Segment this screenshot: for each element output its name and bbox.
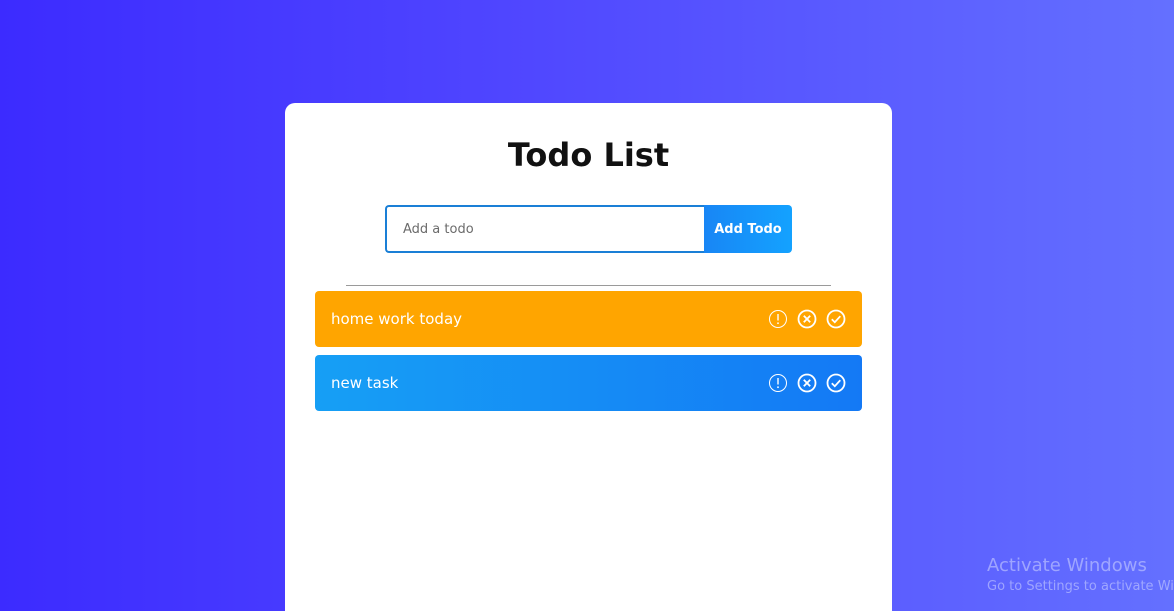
page-title: Todo List — [507, 136, 670, 174]
divider — [346, 285, 831, 286]
windows-activation-watermark: Activate Windows Go to Settings to activ… — [987, 554, 1174, 596]
todo-card: Todo List Add Todo home work today — [285, 103, 892, 611]
complete-icon[interactable] — [826, 309, 846, 329]
important-icon[interactable] — [768, 373, 788, 393]
todo-text: new task — [331, 374, 399, 392]
complete-icon[interactable] — [826, 373, 846, 393]
watermark-title: Activate Windows — [987, 555, 1147, 576]
important-icon[interactable] — [768, 309, 788, 329]
todo-actions — [768, 373, 846, 393]
watermark-subtitle: Go to Settings to activate Windows. — [987, 579, 1174, 594]
todo-item: home work today — [315, 291, 862, 347]
delete-icon[interactable] — [797, 373, 817, 393]
todo-actions — [768, 309, 846, 329]
todo-input[interactable] — [385, 205, 704, 253]
add-todo-form: Add Todo — [385, 205, 792, 253]
add-todo-button[interactable]: Add Todo — [704, 205, 792, 253]
delete-icon[interactable] — [797, 309, 817, 329]
todo-item: new task — [315, 355, 862, 411]
todo-text: home work today — [331, 310, 463, 328]
